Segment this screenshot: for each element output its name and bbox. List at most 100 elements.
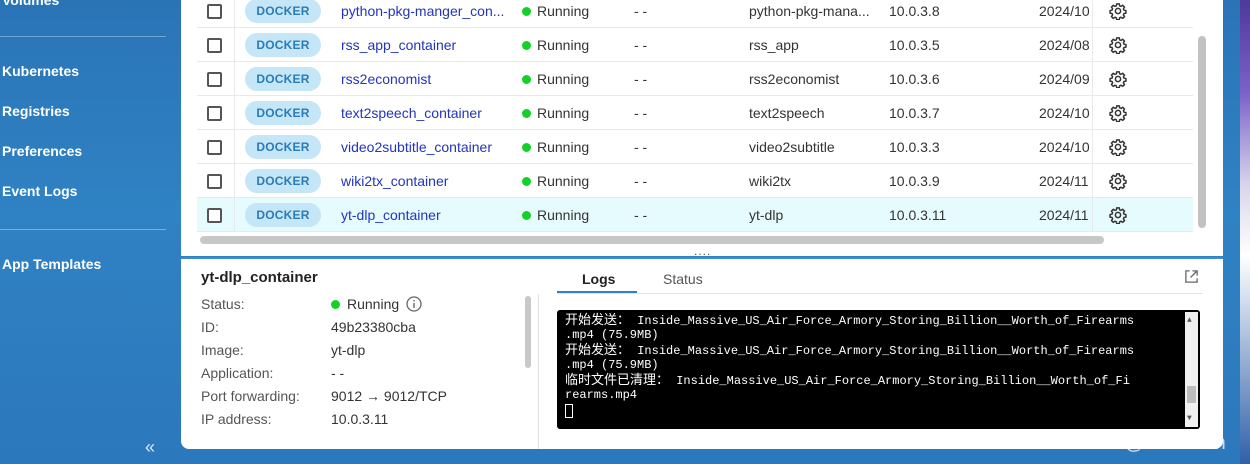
- status-dot: [522, 143, 531, 152]
- sidebar-divider: [0, 36, 166, 37]
- log-text: Inside_Massive_US_Air_Force_Armory_Stori…: [669, 374, 1130, 388]
- prop-label-port-forwarding: Port forwarding:: [201, 388, 300, 404]
- sidebar-item-app-templates[interactable]: App Templates: [2, 256, 101, 272]
- vertical-scrollbar[interactable]: [1198, 36, 1206, 228]
- log-text: .mp4 (75.9MB): [565, 328, 659, 342]
- status-dot: [522, 7, 531, 16]
- status-text: Running: [537, 207, 590, 223]
- resize-handle[interactable]: ....: [694, 244, 711, 256]
- active-tab-indicator: [557, 291, 637, 293]
- log-text: Inside_Massive_US_Air_Force_Armory_Stori…: [630, 314, 1135, 328]
- log-text: rearms.mp4: [565, 388, 638, 402]
- row-checkbox[interactable]: [207, 208, 222, 223]
- table-row[interactable]: DOCKER rss_app_container Running - - rss_app…: [197, 28, 1193, 62]
- table-row[interactable]: DOCKER video2subtitle_container Running - -…: [197, 130, 1193, 164]
- gear-icon[interactable]: [1109, 70, 1127, 89]
- column-separator: [234, 198, 235, 232]
- container-name-link[interactable]: video2subtitle_container: [341, 130, 507, 164]
- row-checkbox[interactable]: [207, 38, 222, 53]
- prop-value-status: Running: [347, 296, 400, 312]
- gear-icon[interactable]: [1109, 138, 1127, 157]
- log-text: .mp4 (75.9MB): [565, 358, 659, 372]
- prop-label-status: Status:: [201, 296, 245, 312]
- table-row[interactable]: DOCKER wiki2tx_container Running - - wiki2tx…: [197, 164, 1193, 198]
- double-chevron-left-icon[interactable]: «: [145, 437, 155, 458]
- log-prefix: 临时文件已清理：: [565, 373, 670, 388]
- open-external-icon[interactable]: [1184, 269, 1199, 284]
- type-badge: DOCKER: [245, 203, 321, 227]
- gear-icon[interactable]: [1109, 36, 1127, 55]
- properties-scrollbar[interactable]: [525, 296, 531, 368]
- prop-label-ip-address: IP address:: [201, 411, 272, 427]
- created-value: 2024/11: [1039, 173, 1089, 189]
- prop-value-image: yt-dlp: [331, 342, 366, 358]
- status-dot: [331, 300, 340, 309]
- gear-icon[interactable]: [1109, 172, 1127, 191]
- column-separator: [1092, 96, 1093, 130]
- ports-value: - -: [634, 207, 648, 223]
- sidebar-item-kubernetes[interactable]: Kubernetes: [2, 63, 79, 79]
- gear-icon[interactable]: [1109, 206, 1127, 225]
- row-checkbox[interactable]: [207, 4, 222, 19]
- ports-value: - -: [634, 3, 648, 19]
- row-checkbox[interactable]: [207, 140, 222, 155]
- column-separator: [1092, 28, 1093, 62]
- prop-label-application: Application:: [201, 365, 274, 381]
- status-text: Running: [537, 173, 590, 189]
- column-separator: [234, 62, 235, 96]
- detail-panel: yt-dlp_container Status: Running ID: 49b…: [181, 259, 1223, 449]
- container-name-link[interactable]: wiki2tx_container: [341, 164, 507, 198]
- ip-value: 10.0.3.6: [889, 71, 940, 87]
- log-line: 临时文件已清理： Inside_Massive_US_Air_Force_Arm…: [565, 373, 1130, 389]
- horizontal-scrollbar[interactable]: [200, 236, 1104, 244]
- ip-value: 10.0.3.3: [889, 139, 940, 155]
- row-checkbox[interactable]: [207, 106, 222, 121]
- sidebar-item-preferences[interactable]: Preferences: [2, 143, 82, 159]
- terminal-scrollbar[interactable]: [1185, 312, 1198, 427]
- row-checkbox[interactable]: [207, 174, 222, 189]
- status-text: Running: [537, 71, 590, 87]
- column-divider: [538, 294, 539, 449]
- tab-logs[interactable]: Logs: [582, 271, 615, 287]
- container-name-link[interactable]: yt-dlp_container: [341, 198, 507, 232]
- tab-status[interactable]: Status: [663, 271, 703, 287]
- container-name-link[interactable]: rss_app_container: [341, 28, 507, 62]
- image-value: rss2economist: [749, 71, 840, 87]
- scroll-up-icon[interactable]: ▲: [1187, 316, 1192, 325]
- type-badge: DOCKER: [245, 135, 321, 159]
- prop-value-id: 49b23380cba: [331, 319, 416, 335]
- container-name-link[interactable]: text2speech_container: [341, 96, 507, 130]
- type-badge: DOCKER: [245, 169, 321, 193]
- status-dot: [522, 109, 531, 118]
- sidebar-item-registries[interactable]: Registries: [2, 103, 70, 119]
- gear-icon[interactable]: [1109, 104, 1127, 123]
- prop-label-image: Image:: [201, 342, 244, 358]
- container-name-link[interactable]: rss2economist: [341, 62, 507, 96]
- ports-value: - -: [634, 105, 648, 121]
- scroll-down-icon[interactable]: ▼: [1187, 414, 1192, 423]
- table-row[interactable]: DOCKER rss2economist Running - - rss2economi…: [197, 62, 1193, 96]
- log-line: 开始发送： Inside_Massive_US_Air_Force_Armory…: [565, 343, 1134, 359]
- prop-value-port-forwarding: 9012 → 9012/TCP: [331, 388, 447, 404]
- image-value: yt-dlp: [749, 207, 784, 223]
- gear-icon[interactable]: [1109, 2, 1127, 21]
- status-dot: [522, 75, 531, 84]
- terminal-scroll-thumb[interactable]: [1187, 386, 1196, 403]
- type-badge: DOCKER: [245, 101, 321, 125]
- sidebar-divider: [0, 229, 166, 230]
- status-dot: [522, 177, 531, 186]
- table-row[interactable]: DOCKER python-pkg-manger_con... Running - -…: [197, 0, 1193, 28]
- info-icon[interactable]: [406, 296, 422, 312]
- row-checkbox[interactable]: [207, 72, 222, 87]
- column-separator: [1092, 198, 1093, 232]
- ip-value: 10.0.3.7: [889, 105, 940, 121]
- log-terminal[interactable]: 开始发送： Inside_Massive_US_Air_Force_Armory…: [557, 310, 1200, 429]
- sidebar-item-volumes[interactable]: Volumes: [2, 0, 59, 8]
- background-strip: [1240, 0, 1250, 464]
- prop-label-id: ID:: [201, 319, 219, 335]
- table-row[interactable]: DOCKER text2speech_container Running - - tex…: [197, 96, 1193, 130]
- container-name-link[interactable]: python-pkg-manger_con...: [341, 0, 507, 28]
- sidebar-item-event-logs[interactable]: Event Logs: [2, 183, 77, 199]
- table-row[interactable]: DOCKER yt-dlp_container Running - - yt-dlp 10…: [197, 198, 1193, 232]
- prop-value-ip-address: 10.0.3.11: [331, 411, 389, 427]
